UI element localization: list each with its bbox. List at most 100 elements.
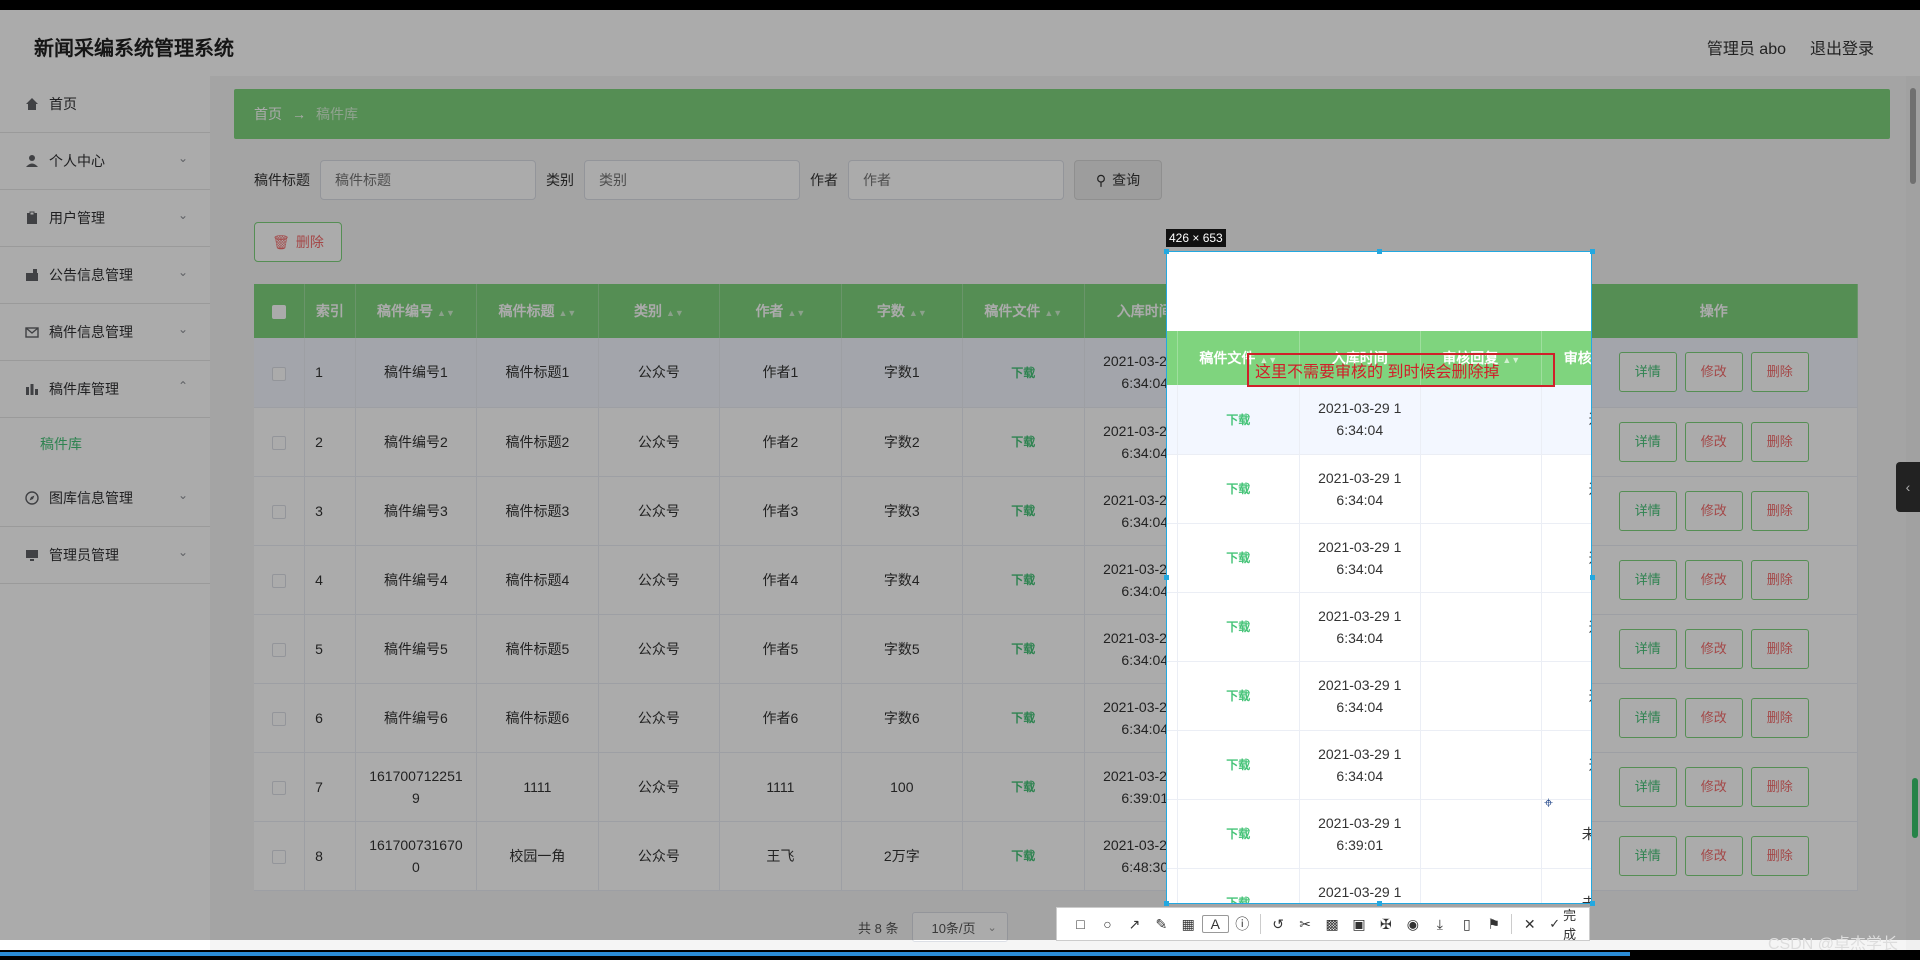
sort-icon[interactable]: ▲▼	[666, 308, 684, 318]
pin-icon[interactable]: ✠	[1372, 916, 1399, 933]
column-header[interactable]: 字数▲▼	[841, 284, 964, 338]
page-scrollbar[interactable]	[1906, 76, 1920, 950]
edit-button[interactable]: 修改	[1684, 559, 1743, 600]
select-cell[interactable]	[254, 338, 306, 408]
download-link[interactable]: 下载	[1011, 504, 1035, 518]
capture-region[interactable]: 索引 稿件编号▲▼ 稿件标题▲▼ 类别▲▼ 作者▲▼ 字数▲▼ 稿件文件▲▼ 入…	[1166, 251, 1592, 904]
edit-button[interactable]: 修改	[1684, 766, 1743, 807]
select-cell[interactable]	[254, 752, 306, 822]
delete-button[interactable]: 删除	[1750, 559, 1809, 600]
capture-handle[interactable]	[1164, 575, 1169, 580]
row-checkbox[interactable]	[272, 642, 287, 657]
sidebar-item-library[interactable]: 稿件库管理 ⌃	[0, 361, 210, 418]
capture-handle[interactable]	[1590, 901, 1595, 906]
capture-handle[interactable]	[1164, 249, 1169, 254]
edit-button[interactable]: 修改	[1684, 352, 1743, 393]
query-button[interactable]: ⚲ 查询	[1074, 160, 1162, 200]
arrow-tool-icon[interactable]: ↗	[1121, 916, 1148, 933]
download-link[interactable]: 下载	[1226, 413, 1250, 427]
download-link[interactable]: 下载	[1226, 689, 1250, 703]
download-link[interactable]: 下载	[1226, 758, 1250, 772]
select-all-cell[interactable]	[254, 284, 306, 338]
delete-button[interactable]: 删除	[1750, 697, 1809, 738]
scan-icon[interactable]: ▣	[1346, 916, 1373, 933]
detail-button[interactable]: 详情	[1618, 835, 1677, 876]
delete-button[interactable]: 删除	[1750, 352, 1809, 393]
row-checkbox[interactable]	[272, 711, 287, 726]
ellipse-tool-icon[interactable]: ○	[1094, 916, 1121, 932]
download-link[interactable]: 下载	[1011, 849, 1035, 863]
author-search-input[interactable]	[848, 160, 1064, 200]
sidebar-item-users[interactable]: 用户管理 ⌄	[0, 190, 210, 247]
side-panel-toggle[interactable]: ‹	[1896, 462, 1920, 512]
download-link[interactable]: 下载	[1011, 366, 1035, 380]
download-link[interactable]: 下载	[1226, 896, 1250, 903]
sidebar-subitem-library[interactable]: 稿件库	[0, 418, 210, 470]
download-link[interactable]: 下载	[1011, 435, 1035, 449]
select-cell[interactable]	[254, 683, 306, 753]
detail-button[interactable]: 详情	[1618, 766, 1677, 807]
scrollbar-thumb[interactable]	[1910, 88, 1916, 184]
row-checkbox[interactable]	[272, 366, 287, 381]
sidebar-item-home[interactable]: 首页	[0, 76, 210, 133]
column-header[interactable]: 稿件编号 ▲▼	[355, 284, 478, 338]
detail-button[interactable]: 详情	[1618, 559, 1677, 600]
download-link[interactable]: 下载	[1011, 642, 1035, 656]
detail-button[interactable]: 详情	[1618, 628, 1677, 669]
column-header[interactable]: 类别 ▲▼	[598, 284, 721, 338]
sort-icon[interactable]: ▲▼	[787, 308, 805, 318]
detail-button[interactable]: 详情	[1618, 352, 1677, 393]
sort-icon[interactable]: ▲▼	[437, 308, 455, 318]
download-link[interactable]: 下载	[1226, 482, 1250, 496]
edit-button[interactable]: 修改	[1684, 835, 1743, 876]
sidebar-item-notices[interactable]: 公告信息管理 ⌄	[0, 247, 210, 304]
column-header[interactable]: 稿件文件 ▲▼	[962, 284, 1085, 338]
bookmark-icon[interactable]: ⚑	[1480, 916, 1507, 933]
column-header[interactable]: 稿件标题 ▲▼	[476, 284, 599, 338]
phone-icon[interactable]: ▯	[1453, 916, 1480, 933]
detail-button[interactable]: 详情	[1618, 421, 1677, 462]
breadcrumb-home[interactable]: 首页	[254, 104, 282, 124]
edit-button[interactable]: 修改	[1684, 628, 1743, 669]
sidebar-item-profile[interactable]: 个人中心 ⌄	[0, 133, 210, 190]
sidebar-item-admins[interactable]: 管理员管理 ⌄	[0, 527, 210, 584]
edit-button[interactable]: 修改	[1684, 490, 1743, 531]
select-cell[interactable]	[254, 614, 306, 684]
delete-button[interactable]: 删除	[1750, 835, 1809, 876]
number-tool-icon[interactable]: ⓘ	[1229, 914, 1256, 934]
sidebar-item-gallery[interactable]: 图库信息管理 ⌄	[0, 470, 210, 527]
category-search-input[interactable]	[584, 160, 800, 200]
download-icon[interactable]: ⤓	[1426, 916, 1453, 933]
select-cell[interactable]	[254, 407, 306, 477]
row-checkbox[interactable]	[272, 573, 287, 588]
column-header[interactable]: 作者 ▲▼	[719, 284, 842, 338]
row-checkbox[interactable]	[272, 780, 287, 795]
delete-button[interactable]: 删除	[1750, 628, 1809, 669]
download-link[interactable]: 下载	[1226, 551, 1250, 565]
select-cell[interactable]	[254, 545, 306, 615]
delete-button[interactable]: 删除	[1750, 421, 1809, 462]
record-icon[interactable]: ◉	[1399, 916, 1426, 933]
pen-tool-icon[interactable]: ✎	[1148, 916, 1175, 933]
sort-icon[interactable]: ▲▼	[1044, 308, 1062, 318]
column-header[interactable]: 索引	[304, 284, 356, 338]
title-search-input[interactable]	[320, 160, 536, 200]
page-size-select[interactable]: 10条/页 ⌄	[912, 912, 1009, 942]
pin-region-icon[interactable]: ✂	[1292, 916, 1319, 933]
column-header[interactable]: 字数▲▼	[1167, 331, 1179, 385]
ocr-icon[interactable]: ▩	[1319, 916, 1346, 933]
row-checkbox[interactable]	[272, 504, 287, 519]
edit-button[interactable]: 修改	[1684, 421, 1743, 462]
annotation-textbox[interactable]: 这里不需要审核的 到时候会删除掉	[1247, 353, 1555, 387]
select-cell[interactable]	[254, 821, 306, 891]
close-icon[interactable]: ✕	[1516, 916, 1543, 933]
undo-icon[interactable]: ↺	[1265, 916, 1292, 933]
rectangle-tool-icon[interactable]: □	[1067, 916, 1094, 932]
download-link[interactable]: 下载	[1226, 827, 1250, 841]
delete-button[interactable]: 删除	[1750, 490, 1809, 531]
logout-link[interactable]: 退出登录	[1810, 35, 1874, 59]
capture-handle[interactable]	[1164, 901, 1169, 906]
row-checkbox[interactable]	[272, 435, 287, 450]
download-link[interactable]: 下载	[1226, 620, 1250, 634]
select-cell[interactable]	[254, 476, 306, 546]
